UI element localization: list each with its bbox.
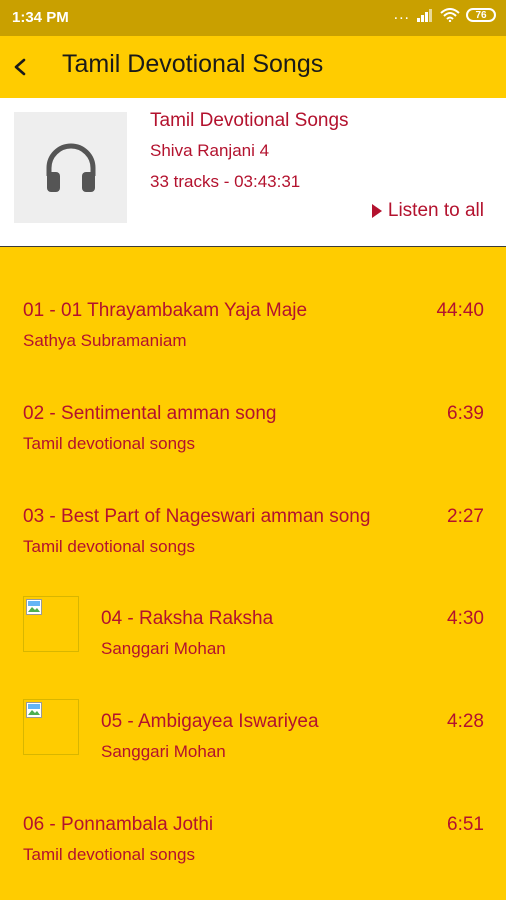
track-artist: Sanggari Mohan bbox=[101, 742, 226, 761]
album-artist: Shiva Ranjani 4 bbox=[150, 141, 270, 160]
track-artist: Tamil devotional songs bbox=[23, 537, 195, 556]
album-art bbox=[14, 112, 127, 223]
track-artist: Tamil devotional songs bbox=[23, 845, 195, 864]
back-arrow-icon bbox=[14, 58, 26, 76]
listen-to-all-button[interactable]: Listen to all bbox=[371, 200, 484, 222]
track-thumbnail bbox=[23, 699, 79, 755]
wifi-icon bbox=[440, 8, 460, 22]
status-icons: ... 76 bbox=[393, 6, 496, 23]
album-track-count: 33 tracks - 03:43:31 bbox=[150, 172, 301, 191]
play-icon bbox=[371, 204, 382, 218]
notification-dots: ... bbox=[393, 6, 410, 23]
track-title: 01 - 01 Thrayambakam Yaja Maje bbox=[23, 300, 308, 321]
track-item[interactable]: 05 - Ambigayea Iswariyea Sanggari Mohan … bbox=[0, 699, 506, 791]
track-title: 02 - Sentimental amman song bbox=[23, 403, 277, 424]
battery-icon: 76 bbox=[466, 8, 496, 22]
track-item[interactable]: 06 - Ponnambala Jothi Tamil devotional s… bbox=[0, 814, 506, 894]
track-item[interactable]: 03 - Best Part of Nageswari amman song T… bbox=[0, 506, 506, 586]
track-title: 04 - Raksha Raksha bbox=[101, 608, 274, 629]
signal-icon bbox=[417, 9, 432, 22]
track-duration: 6:39 bbox=[447, 403, 484, 424]
track-duration: 2:27 bbox=[447, 506, 484, 527]
app-bar: Tamil Devotional Songs bbox=[0, 36, 506, 98]
track-item[interactable]: 02 - Sentimental amman song Tamil devoti… bbox=[0, 403, 506, 483]
track-duration: 6:51 bbox=[447, 814, 484, 835]
track-duration: 44:40 bbox=[436, 300, 484, 321]
page-title: Tamil Devotional Songs bbox=[62, 50, 324, 78]
broken-image-icon bbox=[26, 599, 42, 615]
album-title: Tamil Devotional Songs bbox=[150, 110, 349, 131]
track-title: 03 - Best Part of Nageswari amman song bbox=[23, 506, 371, 527]
track-artist: Sanggari Mohan bbox=[101, 639, 226, 658]
status-bar: 1:34 PM ... 76 bbox=[0, 0, 506, 36]
track-item[interactable]: 01 - 01 Thrayambakam Yaja Maje Sathya Su… bbox=[0, 300, 506, 380]
track-artist: Tamil devotional songs bbox=[23, 434, 195, 453]
headphones-icon bbox=[46, 143, 95, 192]
track-title: 06 - Ponnambala Jothi bbox=[23, 814, 214, 835]
track-item[interactable]: 04 - Raksha Raksha Sanggari Mohan 4:30 bbox=[0, 596, 506, 688]
status-time: 1:34 PM bbox=[12, 9, 69, 26]
track-thumbnail bbox=[23, 596, 79, 652]
track-artist: Sathya Subramaniam bbox=[23, 331, 187, 350]
listen-to-all-label: Listen to all bbox=[387, 200, 484, 221]
back-button[interactable] bbox=[8, 50, 36, 84]
track-title: 05 - Ambigayea Iswariyea bbox=[101, 711, 319, 732]
track-duration: 4:30 bbox=[447, 608, 484, 629]
album-header: Tamil Devotional Songs Shiva Ranjani 4 3… bbox=[0, 98, 506, 247]
battery-level: 76 bbox=[475, 9, 487, 21]
track-duration: 4:28 bbox=[447, 711, 484, 732]
broken-image-icon bbox=[26, 702, 42, 718]
